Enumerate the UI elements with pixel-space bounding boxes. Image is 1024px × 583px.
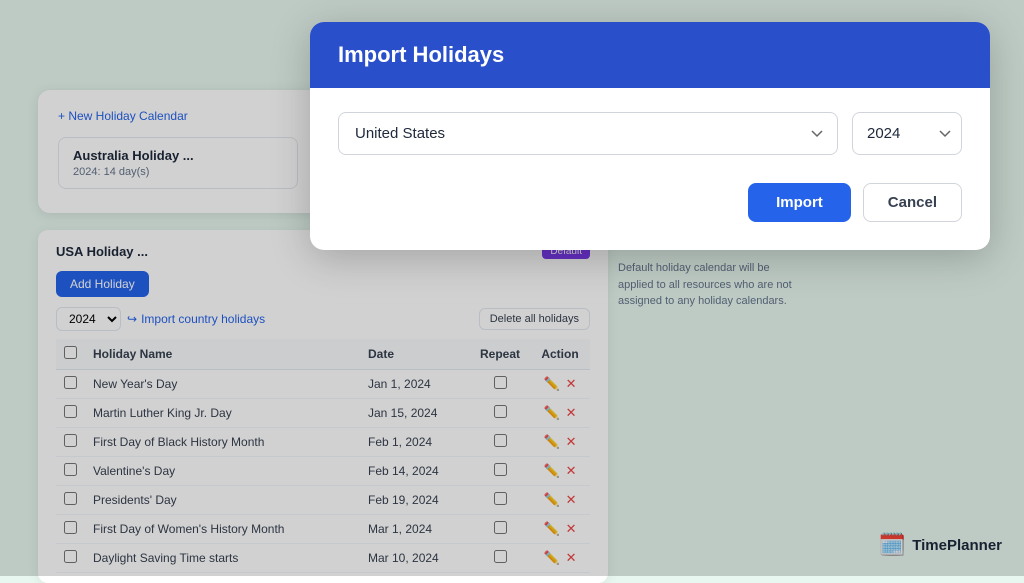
- modal-header: Import Holidays: [310, 22, 990, 88]
- import-button[interactable]: Import: [748, 183, 851, 222]
- modal-selects: United States United Kingdom Australia C…: [338, 112, 962, 155]
- cancel-button[interactable]: Cancel: [863, 183, 962, 222]
- import-modal: Import Holidays United States United Kin…: [310, 22, 990, 250]
- modal-body: United States United Kingdom Australia C…: [310, 88, 990, 250]
- modal-title: Import Holidays: [338, 42, 962, 68]
- modal-year-select[interactable]: 2023 2024 2025: [852, 112, 962, 155]
- modal-actions: Import Cancel: [338, 183, 962, 222]
- country-select[interactable]: United States United Kingdom Australia C…: [338, 112, 838, 155]
